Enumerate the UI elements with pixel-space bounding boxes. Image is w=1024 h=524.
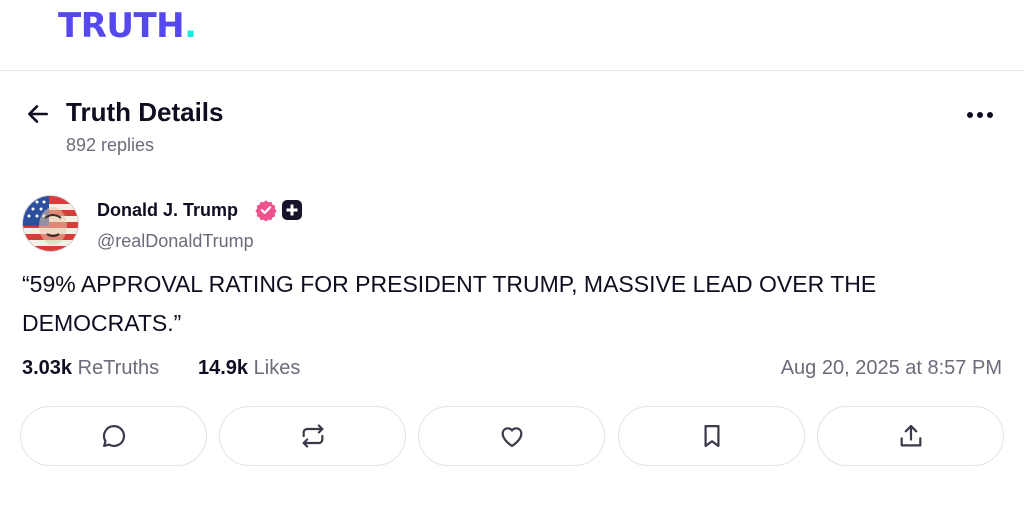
top-bar: TRUTH. [0, 0, 1024, 71]
likes-label: Likes [253, 357, 301, 379]
page-header: Truth Details 892 replies [0, 88, 1024, 168]
bookmark-icon [703, 424, 720, 448]
like-button[interactable] [418, 406, 605, 466]
retruths-stat[interactable]: 3.03k ReTruths [22, 357, 159, 380]
post-timestamp: Aug 20, 2025 at 8:57 PM [780, 357, 1002, 379]
retruth-button[interactable] [219, 406, 406, 466]
share-button[interactable] [817, 406, 1004, 466]
likes-count: 14.9k [198, 357, 249, 379]
bookmark-button[interactable] [618, 406, 805, 466]
post-actions [20, 406, 1004, 466]
retruth-icon [302, 424, 323, 448]
post-text: “59% APPROVAL RATING FOR PRESIDENT TRUMP… [22, 271, 877, 336]
likes-stat[interactable]: 14.9k Likes [198, 357, 300, 380]
author-name[interactable]: Donald J. Trump [97, 200, 238, 221]
truth-plus-badge-icon [282, 200, 302, 220]
author-handle[interactable]: @realDonaldTrump [97, 231, 254, 252]
avatar[interactable] [22, 195, 79, 252]
post-author: Donald J. Trump @realDonaldTrump [22, 195, 1002, 255]
reply-icon [102, 424, 125, 448]
retruths-label: ReTruths [77, 357, 160, 379]
more-options-button[interactable] [960, 100, 1000, 130]
page-title: Truth Details [66, 97, 224, 127]
back-button[interactable] [22, 98, 54, 130]
retruths-count: 3.03k [22, 357, 73, 379]
reply-button[interactable] [20, 406, 207, 466]
more-horizontal-icon [967, 112, 993, 118]
share-icon [900, 424, 921, 447]
truth-logo[interactable]: TRUTH. [58, 6, 197, 46]
like-icon [501, 427, 522, 448]
post-stats: 3.03k ReTruths 14.9k Likes Aug 20, 2025 … [22, 357, 1002, 387]
arrow-left-icon [28, 105, 48, 123]
verified-badge-icon [255, 200, 277, 221]
replies-count: 892 replies [66, 135, 155, 155]
